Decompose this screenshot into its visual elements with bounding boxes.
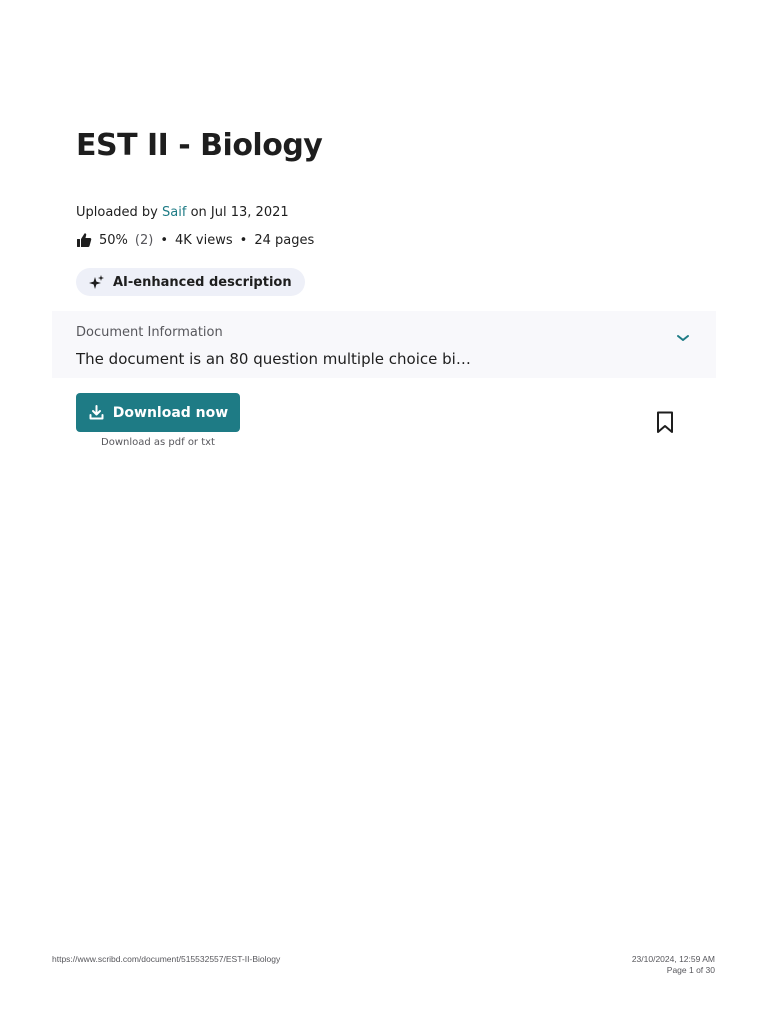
rating-count: (2)	[134, 232, 154, 248]
view-count: 4K views	[175, 232, 233, 248]
sparkle-icon	[88, 274, 105, 291]
page-count: 24 pages	[254, 232, 315, 248]
bookmark-icon[interactable]	[656, 411, 674, 434]
document-description: The document is an 80 question multiple …	[76, 350, 476, 368]
separator-dot: •	[160, 232, 168, 248]
thumbs-up-icon[interactable]	[76, 232, 92, 248]
download-now-label: Download now	[112, 404, 229, 421]
ai-chip-label: AI-enhanced description	[113, 274, 292, 290]
separator-dot: •	[239, 232, 248, 248]
author-link[interactable]: Saif	[162, 205, 186, 220]
footer-meta: 23/10/2024, 12:59 AM Page 1 of 30	[632, 954, 715, 976]
footer-url: https://www.scribd.com/document/51553255…	[52, 954, 281, 964]
document-information-label: Document Information	[76, 325, 223, 340]
ai-enhanced-description-chip[interactable]: AI-enhanced description	[76, 268, 305, 296]
uploaded-by-label: Uploaded by	[76, 205, 158, 220]
upload-date: on Jul 13, 2021	[190, 205, 289, 220]
download-now-button[interactable]: Download now	[76, 393, 240, 432]
document-stats: 50% (2) • 4K views • 24 pages	[76, 232, 314, 248]
chevron-down-icon[interactable]	[676, 328, 690, 341]
footer-page-indicator: Page 1 of 30	[666, 965, 715, 975]
page-title: EST II - Biology	[76, 128, 323, 163]
download-format-note: Download as pdf or txt	[101, 437, 215, 448]
document-information-panel[interactable]: Document Information The document is an …	[52, 311, 716, 378]
rating-percent: 50%	[99, 232, 128, 248]
upload-info: Uploaded by Saif on Jul 13, 2021	[76, 205, 289, 220]
download-icon	[88, 404, 105, 421]
footer-timestamp: 23/10/2024, 12:59 AM	[631, 954, 715, 964]
